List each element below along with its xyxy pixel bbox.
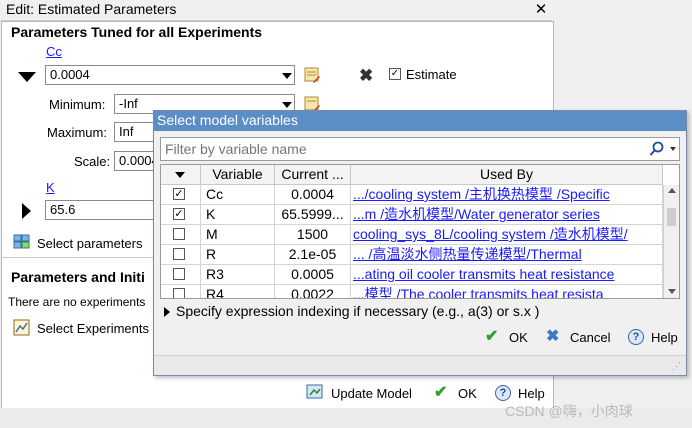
current-cell: 0.0005 xyxy=(275,265,351,285)
param-cc-value-field[interactable]: 0.0004 xyxy=(45,65,295,85)
variable-cell: K xyxy=(201,205,275,225)
param-k-value-field[interactable]: 65.6 xyxy=(45,200,165,220)
popup-status-bar xyxy=(154,355,686,375)
popup-help-button[interactable]: Help xyxy=(651,330,678,345)
popup-title-bar: Select model variables xyxy=(154,111,686,131)
cancel-icon[interactable]: ✖ xyxy=(546,326,559,346)
remove-parameter-icon[interactable]: ✖ xyxy=(359,66,373,86)
table-row[interactable]: R4 0.0022 ...模型 /The cooler transmits he… xyxy=(161,285,663,298)
close-icon[interactable]: ✕ xyxy=(532,0,550,20)
dialog-title-bar: Edit: Estimated Parameters ✕ xyxy=(0,0,552,21)
variable-cell: R4 xyxy=(201,285,275,298)
section-title-initial: Parameters and Initi xyxy=(11,269,145,285)
used-by-link[interactable]: ...m /造水机模型/Water generator series xyxy=(351,205,663,225)
estimate-label: Estimate xyxy=(406,67,457,82)
current-cell: 65.5999... xyxy=(275,205,351,225)
row-checkbox[interactable] xyxy=(173,288,185,298)
minimum-label: Minimum: xyxy=(49,97,106,112)
param-cc-value: 0.0004 xyxy=(50,67,90,82)
used-by-link[interactable]: .../cooling system /主机换热模型 /Specific xyxy=(351,185,663,205)
scroll-down-icon[interactable] xyxy=(668,289,676,294)
chevron-down-icon[interactable] xyxy=(282,73,292,79)
scroll-up-icon[interactable] xyxy=(668,188,676,193)
scroll-thumb[interactable] xyxy=(667,208,676,226)
current-cell: 1500 xyxy=(275,225,351,245)
scale-label: Scale: xyxy=(74,154,111,169)
variables-table: Variable Current ... Used By ✓ Cc 0.0004… xyxy=(160,164,680,299)
maximum-value: Inf xyxy=(119,124,134,139)
filter-box[interactable] xyxy=(160,137,680,161)
estimate-checkbox[interactable]: ✓ xyxy=(389,68,401,80)
table-row[interactable]: R 2.1e-05 ... /高温淡水侧热量传递模型/Thermal xyxy=(161,245,663,265)
select-model-variables-popup: Select model variables Variable Current … xyxy=(153,110,687,376)
popup-ok-button[interactable]: OK xyxy=(509,330,528,345)
ok-button[interactable]: OK xyxy=(458,386,477,401)
search-icon[interactable] xyxy=(649,141,665,157)
help-icon[interactable]: ? xyxy=(628,329,644,345)
variable-cell: R3 xyxy=(201,265,275,285)
param-cc-link[interactable]: Cc xyxy=(46,44,62,59)
edit-value-icon[interactable] xyxy=(304,67,320,83)
row-checkbox[interactable] xyxy=(173,228,185,240)
chevron-down-icon[interactable] xyxy=(175,172,185,178)
select-experiments-button[interactable]: Select Experiments xyxy=(37,321,149,336)
used-by-link[interactable]: ...模型 /The cooler transmits heat resista xyxy=(351,285,663,298)
expression-label[interactable]: Specify expression indexing if necessary… xyxy=(176,303,539,319)
variable-cell: M xyxy=(201,225,275,245)
check-icon[interactable]: ✔ xyxy=(485,326,498,346)
select-parameters-button[interactable]: Select parameters xyxy=(37,236,143,251)
variable-cell: Cc xyxy=(201,185,275,205)
row-checkbox[interactable]: ✓ xyxy=(173,188,185,200)
check-icon[interactable]: ✔ xyxy=(434,382,447,402)
select-experiments-icon[interactable] xyxy=(13,319,31,337)
used-by-link[interactable]: cooling_sys_8L/cooling system /造水机模型/ xyxy=(351,225,663,245)
help-icon[interactable]: ? xyxy=(495,385,511,401)
current-cell: 0.0022 xyxy=(275,285,351,298)
popup-cancel-button[interactable]: Cancel xyxy=(570,330,610,345)
column-header-current[interactable]: Current ... xyxy=(275,165,351,185)
expand-cc-icon[interactable] xyxy=(18,72,36,82)
row-checkbox[interactable]: ✓ xyxy=(173,208,185,220)
current-cell: 0.0004 xyxy=(275,185,351,205)
select-all-header[interactable] xyxy=(161,165,201,185)
popup-title: Select model variables xyxy=(157,112,298,128)
used-by-link[interactable]: ... /高温淡水侧热量传递模型/Thermal xyxy=(351,245,663,265)
param-k-link[interactable]: K xyxy=(46,180,55,195)
column-header-variable[interactable]: Variable xyxy=(201,165,275,185)
update-model-icon[interactable] xyxy=(306,383,324,401)
table-row[interactable]: M 1500 cooling_sys_8L/cooling system /造水… xyxy=(161,225,663,245)
current-cell: 2.1e-05 xyxy=(275,245,351,265)
select-parameters-icon[interactable] xyxy=(13,234,31,250)
column-header-used-by[interactable]: Used By xyxy=(351,165,663,185)
watermark: CSDN @嗨，小肉球 xyxy=(505,403,633,419)
param-k-value: 65.6 xyxy=(50,202,76,217)
maximum-label: Maximum: xyxy=(47,125,107,140)
section-title-tuned: Parameters Tuned for all Experiments xyxy=(11,24,263,40)
expand-expression-icon[interactable] xyxy=(164,307,170,317)
table-scrollbar[interactable] xyxy=(663,185,679,298)
chevron-down-icon[interactable] xyxy=(282,102,292,108)
expand-k-icon[interactable] xyxy=(22,203,31,219)
search-options-chevron-icon[interactable] xyxy=(670,147,676,151)
row-checkbox[interactable] xyxy=(173,268,185,280)
used-by-link[interactable]: ...ating oil cooler transmits heat resis… xyxy=(351,265,663,285)
update-model-button[interactable]: Update Model xyxy=(331,386,412,401)
table-row[interactable]: ✓ K 65.5999... ...m /造水机模型/Water generat… xyxy=(161,205,663,225)
help-button[interactable]: Help xyxy=(518,386,545,401)
table-row[interactable]: ✓ Cc 0.0004 .../cooling system /主机换热模型 /… xyxy=(161,185,663,205)
row-checkbox[interactable] xyxy=(173,248,185,260)
filter-input[interactable] xyxy=(165,140,635,158)
table-row[interactable]: R3 0.0005 ...ating oil cooler transmits … xyxy=(161,265,663,285)
dialog-title: Edit: Estimated Parameters xyxy=(6,1,177,17)
resize-grip-icon[interactable]: ⋰ xyxy=(672,361,681,372)
variable-cell: R xyxy=(201,245,275,265)
minimum-value: -Inf xyxy=(119,96,138,111)
no-experiments-text: There are no experiments xyxy=(8,295,146,309)
